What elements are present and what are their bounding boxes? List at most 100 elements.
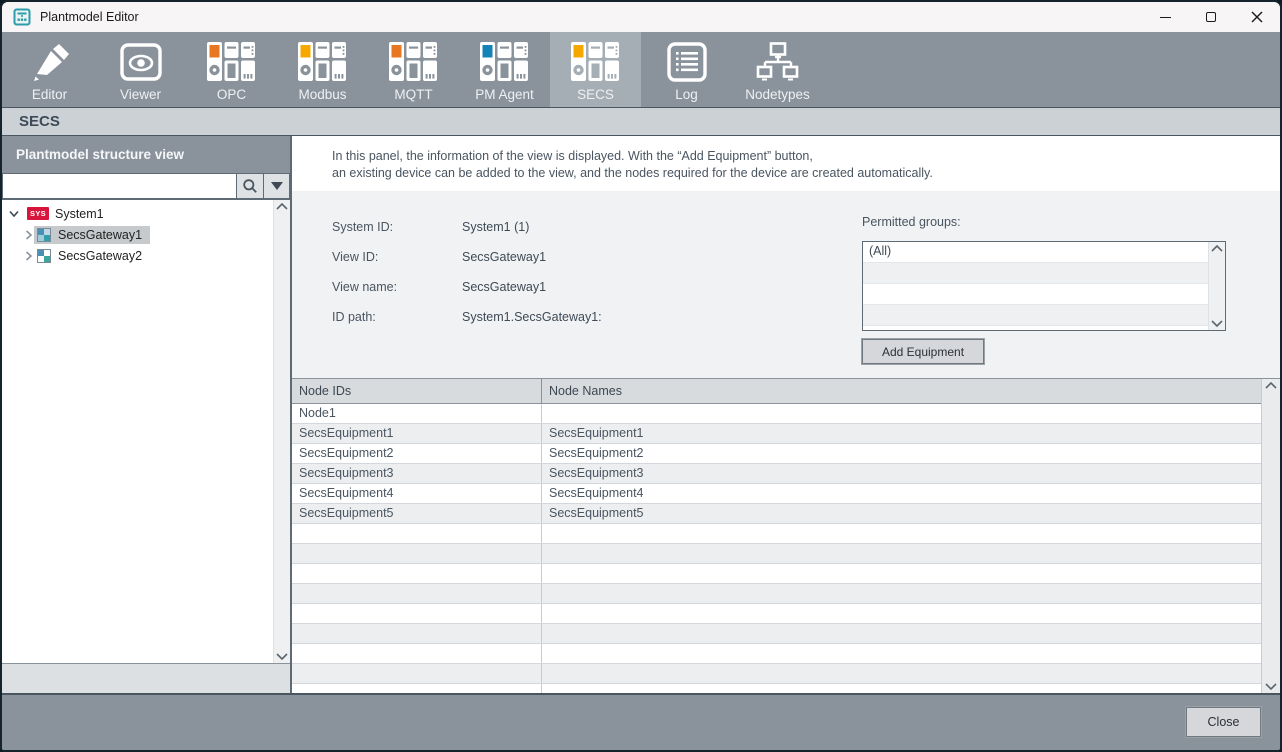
toolbar-item-log[interactable]: Log [641, 32, 732, 107]
maximize-icon [1206, 12, 1216, 22]
id-path-label: ID path: [332, 310, 376, 324]
cell-node-id: SecsEquipment5 [292, 504, 542, 523]
table-row[interactable]: SecsEquipment1SecsEquipment1 [292, 424, 1261, 444]
table-row[interactable]: SecsEquipment5SecsEquipment5 [292, 504, 1261, 524]
view-form: System ID: System1 (1) View ID: SecsGate… [292, 191, 1280, 378]
toolbar-item-mqtt[interactable]: MQTT [368, 32, 459, 107]
title-bar: Plantmodel Editor [2, 2, 1280, 32]
table-empty-row[interactable] [292, 584, 1261, 604]
toolbar-item-pm-agent[interactable]: PM Agent [459, 32, 550, 107]
scroll-down-icon[interactable] [1211, 320, 1223, 327]
search-button[interactable] [236, 173, 263, 199]
view-info-panel: In this panel, the information of the vi… [292, 136, 1280, 693]
column-header-node-ids[interactable]: Node IDs [292, 379, 542, 403]
listbox-empty-row[interactable] [863, 263, 1208, 284]
close-window-button[interactable] [1234, 2, 1280, 32]
tree-item-system1[interactable]: SYS System1 [2, 203, 290, 224]
app-icon [13, 8, 31, 26]
footer-bar: Close [2, 693, 1280, 750]
info-description-line2: an existing device can be added to the v… [332, 165, 1280, 182]
tree-item-selection: SecsGateway1 [34, 226, 150, 244]
gateway-icon [37, 228, 51, 242]
view-id-value: SecsGateway1 [462, 250, 546, 264]
scroll-up-icon[interactable] [1211, 245, 1223, 252]
scroll-down-icon[interactable] [1265, 683, 1277, 690]
view-id-label: View ID: [332, 250, 378, 264]
tree-item-secsgateway1[interactable]: SecsGateway1 [2, 224, 290, 245]
tree-item-label: System1 [55, 207, 104, 221]
device-icon [206, 41, 258, 83]
toolbar-item-opc[interactable]: OPC [186, 32, 277, 107]
gateway-icon [37, 249, 51, 263]
filter-dropdown-button[interactable] [263, 173, 290, 199]
chevron-down-icon [271, 182, 283, 190]
chevron-collapsed-icon[interactable] [22, 230, 34, 240]
cell-node-name: SecsEquipment3 [542, 464, 1261, 483]
cell-node-name: SecsEquipment1 [542, 424, 1261, 443]
table-row[interactable]: SecsEquipment4SecsEquipment4 [292, 484, 1261, 504]
structure-view-header: Plantmodel structure view [2, 136, 290, 173]
toolbar-item-viewer[interactable]: Viewer [95, 32, 186, 107]
table-empty-row[interactable] [292, 564, 1261, 584]
tree-item-secsgateway2[interactable]: SecsGateway2 [2, 245, 290, 266]
log-icon [666, 41, 708, 83]
tree-scrollbar[interactable] [273, 200, 290, 663]
cell-node-id: SecsEquipment2 [292, 444, 542, 463]
toolbar-item-secs[interactable]: SECS [550, 32, 641, 107]
toolbar-label: Modbus [298, 87, 346, 102]
permitted-groups-label: Permitted groups: [862, 215, 961, 229]
listbox-empty-row[interactable] [863, 284, 1208, 305]
toolbar-label: Nodetypes [745, 87, 810, 102]
listbox-option-all[interactable]: (All) [863, 242, 1208, 263]
eye-icon [119, 41, 163, 83]
table-row[interactable]: SecsEquipment3SecsEquipment3 [292, 464, 1261, 484]
horizontal-scrollbar-strip[interactable] [2, 663, 290, 693]
view-name-value: SecsGateway1 [462, 280, 546, 294]
close-icon [1251, 11, 1263, 23]
system-id-value: System1 (1) [462, 220, 529, 234]
add-equipment-button[interactable]: Add Equipment [862, 339, 984, 364]
listbox-empty-row[interactable] [863, 305, 1208, 326]
table-row[interactable]: Node1 [292, 404, 1261, 424]
toolbar-item-modbus[interactable]: Modbus [277, 32, 368, 107]
device-icon [479, 41, 531, 83]
sys-badge-icon: SYS [27, 207, 49, 220]
permitted-groups-listbox[interactable]: (All) [862, 241, 1226, 331]
cell-node-name [542, 404, 1261, 423]
chevron-collapsed-icon[interactable] [22, 251, 34, 261]
listbox-scrollbar[interactable] [1208, 242, 1225, 330]
toolbar-item-nodetypes[interactable]: Nodetypes [732, 32, 823, 107]
scroll-up-icon[interactable] [276, 203, 288, 210]
toolbar-item-editor[interactable]: Editor [4, 32, 95, 107]
close-button[interactable]: Close [1186, 707, 1261, 737]
table-empty-row[interactable] [292, 524, 1261, 544]
table-empty-row[interactable] [292, 544, 1261, 564]
cell-node-name: SecsEquipment4 [542, 484, 1261, 503]
search-input[interactable] [2, 173, 236, 199]
cell-node-id: Node1 [292, 404, 542, 423]
minimize-button[interactable] [1142, 2, 1188, 32]
table-empty-row[interactable] [292, 644, 1261, 664]
id-path-value: System1.SecsGateway1: [462, 310, 602, 324]
view-name-label: View name: [332, 280, 397, 294]
section-bar: SECS [2, 107, 1280, 135]
table-empty-row[interactable] [292, 604, 1261, 624]
column-header-node-names[interactable]: Node Names [542, 379, 1261, 403]
table-empty-row[interactable] [292, 684, 1261, 693]
table-empty-row[interactable] [292, 624, 1261, 644]
tree-item-label: SecsGateway2 [58, 249, 142, 263]
table-row[interactable]: SecsEquipment2SecsEquipment2 [292, 444, 1261, 464]
pencil-icon [29, 41, 71, 83]
search-icon [242, 178, 258, 194]
table-scrollbar[interactable] [1261, 379, 1280, 693]
scroll-up-icon[interactable] [1265, 382, 1277, 389]
window-title: Plantmodel Editor [40, 10, 139, 24]
toolbar-label: Editor [32, 87, 67, 102]
scroll-down-icon[interactable] [276, 653, 288, 660]
cell-node-id: SecsEquipment3 [292, 464, 542, 483]
toolbar-label: MQTT [394, 87, 432, 102]
maximize-button[interactable] [1188, 2, 1234, 32]
chevron-expanded-icon[interactable] [8, 209, 20, 218]
system-id-label: System ID: [332, 220, 393, 234]
table-empty-row[interactable] [292, 664, 1261, 684]
